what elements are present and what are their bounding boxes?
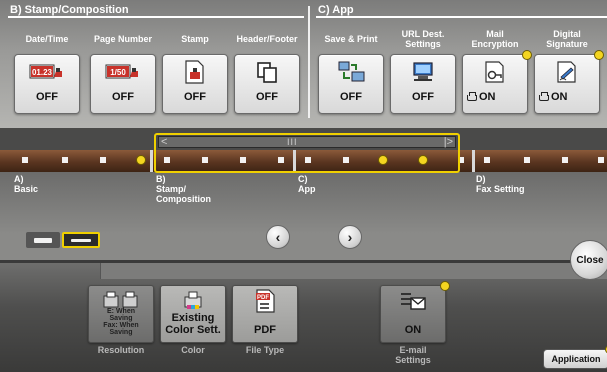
resolution-value: E: When Saving Fax: When Saving [103, 308, 139, 336]
color-value: Existing Color Sett. [165, 312, 221, 336]
section-divider [308, 6, 310, 118]
application-label: Application [551, 354, 601, 364]
next-page-button[interactable]: › [338, 225, 362, 249]
url-dest-label: URL Dest. Settings [401, 29, 445, 49]
date-time-label: Date/Time [25, 34, 69, 44]
page-dot [562, 157, 568, 163]
chevron-right-icon: › [347, 229, 353, 245]
header-footer-label: Header/Footer [236, 34, 298, 44]
page-label-basic[interactable]: A) Basic [14, 174, 38, 194]
lamp-icon [467, 92, 477, 101]
compact-mode-icon [34, 237, 52, 243]
color-setting[interactable]: Existing Color Sett. [160, 285, 226, 343]
mail-encryption-label: Mail Encryption [471, 29, 519, 49]
page-number-value: OFF [112, 91, 134, 103]
page-dot-active [136, 155, 146, 165]
lamp-icon [539, 92, 549, 101]
page-label-fax-setting[interactable]: D) Fax Setting [476, 174, 525, 194]
stamp-value: OFF [184, 91, 206, 103]
strip-separator [150, 150, 153, 172]
header-footer-value: OFF [256, 91, 278, 103]
section-b-title: B) Stamp/Composition [10, 4, 129, 16]
date-time-icon: 01.23 [15, 59, 79, 85]
date-time-value: OFF [36, 91, 58, 103]
stamp-function[interactable]: Stamp OFF [162, 26, 228, 118]
save-print-value: OFF [340, 91, 362, 103]
url-dest-button[interactable]: OFF [390, 54, 456, 114]
mail-encryption-icon [463, 59, 527, 85]
current-view-highlight [154, 133, 460, 173]
stamp-label: Stamp [181, 34, 209, 44]
digital-signature-value: ON [551, 91, 568, 103]
page-dot [524, 157, 530, 163]
resolution-caption: Resolution [97, 345, 145, 355]
previous-page-button[interactable]: ‹ [266, 225, 290, 249]
stamp-button[interactable]: OFF [162, 54, 228, 114]
settings-tray [100, 263, 607, 279]
save-print-button[interactable]: OFF [318, 54, 384, 114]
save-print-function[interactable]: Save & Print OFF [318, 26, 384, 118]
page-number-function[interactable]: Page Number 1/50 OFF [90, 26, 156, 118]
close-button[interactable]: Close [570, 240, 607, 280]
page-dot [62, 157, 68, 163]
display-mode-compact-button[interactable] [26, 232, 60, 248]
url-dest-function[interactable]: URL Dest. Settings OFF [390, 26, 456, 118]
page-number-button[interactable]: 1/50 OFF [90, 54, 156, 114]
page-number-icon-text: 1/50 [110, 68, 126, 77]
date-time-icon-text: 01.23 [32, 68, 53, 77]
page-dot [100, 157, 106, 163]
section-c-underline [316, 16, 607, 18]
digital-signature-button[interactable]: ON [534, 50, 604, 114]
page-dot [484, 157, 490, 163]
date-time-function[interactable]: Date/Time 01.23 OFF [14, 26, 80, 118]
file-type-caption: File Type [245, 345, 285, 355]
save-print-icon [319, 59, 383, 85]
header-footer-icon [235, 59, 299, 85]
page-label-app[interactable]: C) App [298, 174, 316, 194]
section-c-title: C) App [318, 4, 354, 16]
pdf-file-icon: PDF [233, 289, 297, 313]
file-type-setting[interactable]: PDF PDF [232, 285, 298, 343]
header-footer-function[interactable]: Header/Footer OFF [234, 26, 300, 118]
date-time-button[interactable]: 01.23 OFF [14, 54, 80, 114]
save-print-label: Save & Print [324, 34, 378, 44]
page-number-label: Page Number [93, 34, 153, 44]
display-mode-expanded-button[interactable] [62, 232, 100, 248]
color-caption: Color [181, 345, 205, 355]
digital-signature-function[interactable]: Digital Signature ON [534, 26, 604, 118]
url-dest-value: OFF [412, 91, 434, 103]
mail-encryption-function[interactable]: Mail Encryption ON [462, 26, 532, 118]
resolution-setting[interactable]: E: When Saving Fax: When Saving [88, 285, 154, 343]
application-button[interactable]: Application [543, 345, 607, 369]
email-settings-icon [381, 289, 445, 313]
pdf-icon-text: PDF [257, 295, 269, 301]
page-dot [22, 157, 28, 163]
digital-signature-icon [535, 59, 599, 85]
file-type-value: PDF [254, 324, 276, 336]
mail-encryption-value: ON [479, 91, 496, 103]
expanded-mode-icon [71, 238, 91, 242]
header-footer-button[interactable]: OFF [234, 54, 300, 114]
stamp-icon [163, 59, 227, 85]
color-icon [161, 289, 225, 313]
strip-separator [472, 150, 475, 172]
digital-signature-label: Digital Signature [546, 29, 588, 49]
page-dot [598, 157, 604, 163]
email-settings-setting[interactable]: ON [380, 281, 450, 343]
chevron-left-icon: ‹ [275, 229, 281, 245]
page-label-stamp-composition[interactable]: B) Stamp/ Composition [156, 174, 211, 204]
mail-encryption-button[interactable]: ON [462, 50, 532, 114]
page-number-icon: 1/50 [91, 59, 155, 85]
url-dest-icon [391, 59, 455, 85]
section-b-underline [8, 16, 304, 18]
email-settings-caption: E-mail Settings [395, 345, 431, 365]
email-settings-value: ON [404, 324, 422, 336]
